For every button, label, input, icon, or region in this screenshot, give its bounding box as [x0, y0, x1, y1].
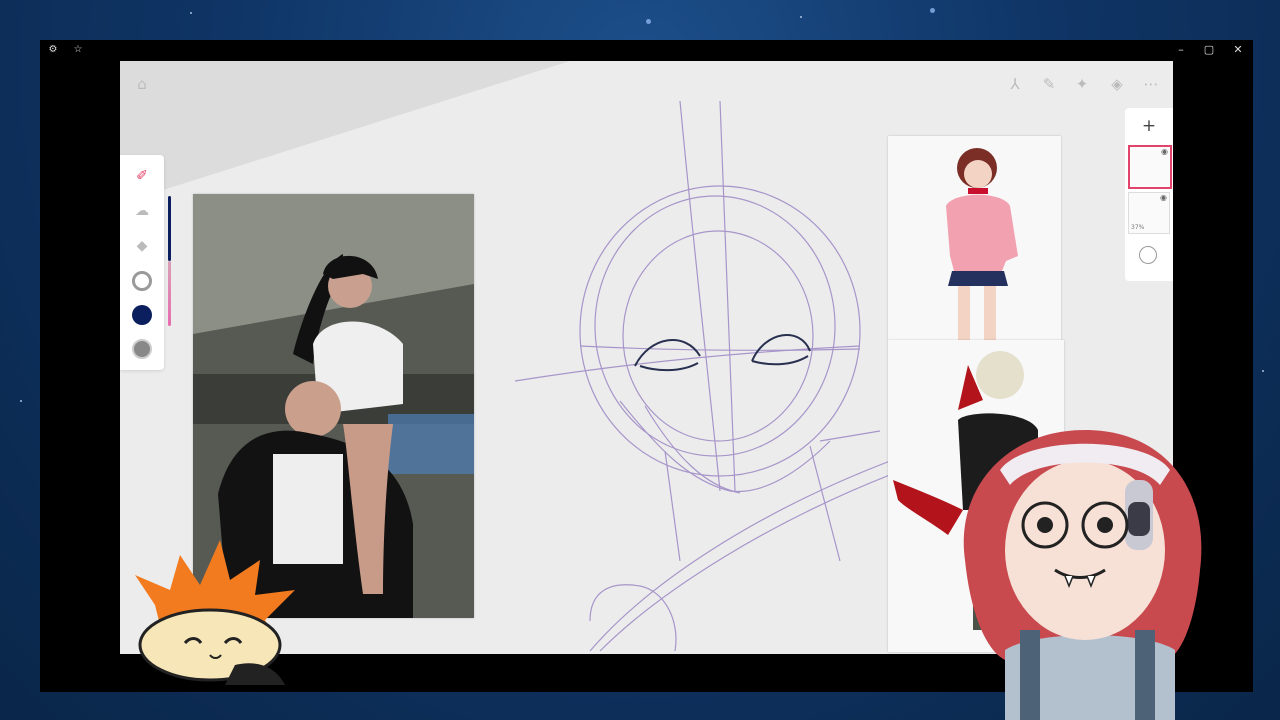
layer-thumbnail-1[interactable]: ◉ [1128, 145, 1172, 189]
avatar-red-hair-overlay [963, 430, 1202, 720]
primary-color-swatch[interactable] [132, 305, 152, 325]
layer-thumbnail-2[interactable]: ◉ 37% [1128, 192, 1170, 234]
text-tool-icon[interactable]: ⅄ [1004, 73, 1026, 95]
edit-square-icon[interactable]: ✎ [1038, 73, 1060, 95]
avatar-orange-hair-overlay [135, 540, 295, 685]
maximize-button[interactable]: ▢ [1201, 42, 1217, 58]
layer-color-circle[interactable] [1139, 246, 1157, 264]
star-decoration [646, 19, 651, 24]
close-button[interactable]: ✕ [1230, 42, 1246, 58]
star-decoration [800, 16, 802, 18]
star-decoration [930, 8, 935, 13]
home-icon[interactable]: ⌂ [131, 73, 153, 95]
settings-gear-icon[interactable]: ⚙ [46, 43, 60, 57]
eye-icon[interactable]: ◉ [1160, 193, 1167, 202]
add-layer-button[interactable]: + [1139, 116, 1159, 136]
layers-icon[interactable]: ◈ [1106, 73, 1128, 95]
star-decoration [190, 12, 192, 14]
star-outline-icon[interactable]: ☆ [71, 43, 85, 57]
eraser-icon[interactable]: ◆ [131, 235, 153, 257]
brush-icon[interactable]: ✐ [131, 165, 153, 187]
eye-icon[interactable]: ◉ [1161, 147, 1168, 156]
brush-size-slider[interactable] [168, 196, 171, 261]
layer-opacity-label: 37% [1131, 224, 1145, 231]
secondary-color-swatch[interactable] [132, 271, 152, 291]
tool-palette: ✐ ☁ ◆ [120, 155, 164, 370]
smudge-icon[interactable]: ☁ [131, 200, 153, 222]
star-decoration [1262, 370, 1264, 372]
more-icon[interactable]: ⋯ [1140, 73, 1162, 95]
layers-panel: + ◉ ◉ 37% [1125, 108, 1173, 281]
reference-character-girl[interactable] [888, 136, 1061, 340]
pin-icon[interactable]: ✦ [1071, 73, 1093, 95]
tertiary-color-swatch[interactable] [132, 339, 152, 359]
title-bar: ⚙ ☆ – ▢ ✕ [40, 40, 1253, 60]
star-decoration [20, 400, 22, 402]
brush-opacity-slider[interactable] [168, 261, 171, 326]
minimize-button[interactable]: – [1173, 42, 1189, 58]
